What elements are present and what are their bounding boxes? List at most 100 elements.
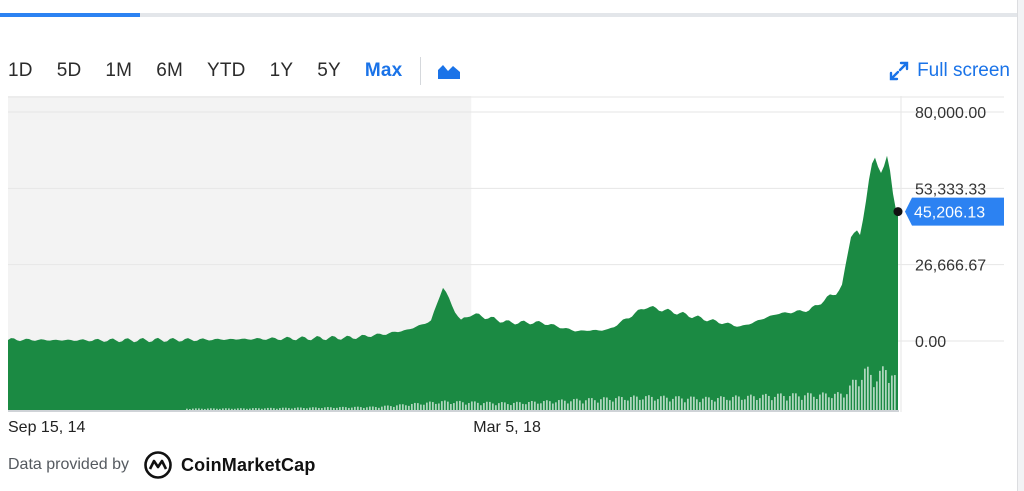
volume-bar [285, 407, 287, 410]
volume-bar [873, 387, 875, 410]
volume-bar [228, 408, 230, 410]
volume-bar [810, 393, 812, 410]
volume-bar [321, 408, 323, 410]
volume-bar [798, 396, 800, 410]
volume-bar [717, 398, 719, 410]
volume-bar [648, 395, 650, 410]
volume-bar [858, 386, 860, 410]
volume-bar [816, 399, 818, 410]
volume-bar [723, 396, 725, 410]
coinmarketcap-brand[interactable]: CoinMarketCap [181, 455, 316, 476]
volume-bar [696, 399, 698, 410]
volume-bar [732, 396, 734, 410]
volume-bar [510, 405, 512, 410]
volume-bar [435, 403, 437, 410]
volume-bar [384, 405, 386, 410]
volume-bar [297, 407, 299, 410]
volume-bar [657, 399, 659, 410]
volume-bar [891, 375, 893, 410]
volume-bar [639, 399, 641, 410]
volume-bar [420, 404, 422, 410]
volume-bar [471, 401, 473, 410]
full-screen-button[interactable]: Full screen [889, 58, 1010, 84]
volume-bar [846, 394, 848, 410]
x-tick-label: Sep 15, 14 [8, 419, 86, 436]
attribution: Data provided by CoinMarketCap [8, 449, 316, 481]
range-tab-1y[interactable]: 1Y [270, 60, 294, 82]
volume-bar [879, 370, 881, 410]
volume-bar [615, 398, 617, 410]
range-tab-6m[interactable]: 6M [156, 60, 183, 82]
volume-bar [840, 393, 842, 410]
volume-bar [381, 406, 383, 410]
volume-bar [597, 402, 599, 410]
volume-bar [414, 402, 416, 410]
volume-bar [366, 407, 368, 410]
volume-bar [372, 406, 374, 410]
volume-bar [861, 379, 863, 410]
range-tab-5y[interactable]: 5Y [317, 60, 341, 82]
mountain-chart-icon[interactable] [437, 61, 463, 81]
volume-bar [387, 405, 389, 410]
volume-bar [345, 407, 347, 410]
volume-bar [870, 374, 872, 410]
volume-bar [720, 396, 722, 410]
volume-bar [309, 407, 311, 410]
volume-bar [405, 405, 407, 410]
range-tab-5d[interactable]: 5D [57, 60, 82, 82]
volume-bar [393, 406, 395, 410]
volume-bar [282, 407, 284, 410]
range-tab-ytd[interactable]: YTD [207, 60, 246, 82]
volume-bar [450, 404, 452, 410]
volume-bar [231, 408, 233, 410]
price-chart[interactable]: 0.00 26,666.67 53,333.33 80,000.00 Sep 15, 1… [0, 96, 1016, 444]
volume-bar [504, 402, 506, 410]
scrollbar-edge[interactable] [1017, 0, 1024, 491]
volume-bar [528, 401, 530, 410]
volume-bar [552, 403, 554, 410]
x-axis-line [8, 410, 899, 412]
volume-bar [738, 396, 740, 410]
volume-bar [618, 396, 620, 410]
volume-bar [546, 400, 548, 410]
volume-bar [693, 396, 695, 410]
volume-bar [726, 399, 728, 410]
volume-bar [888, 382, 890, 410]
volume-bar [474, 401, 476, 410]
volume-bar [642, 399, 644, 410]
coinmarketcap-logo-icon[interactable] [143, 450, 173, 480]
volume-bar [225, 408, 227, 410]
volume-bar [378, 407, 380, 410]
volume-bar [186, 408, 188, 410]
y-tick-label: 80,000.00 [915, 105, 986, 122]
volume-bar [360, 407, 362, 410]
volume-bar [687, 398, 689, 410]
range-tab-1d[interactable]: 1D [8, 60, 33, 82]
volume-bar [780, 393, 782, 410]
volume-bar [588, 398, 590, 410]
volume-bar [306, 408, 308, 410]
volume-bar [276, 408, 278, 410]
range-tab-1m[interactable]: 1M [105, 60, 132, 82]
volume-bar [468, 403, 470, 410]
volume-bar [273, 408, 275, 410]
volume-bar [519, 402, 521, 410]
volume-bar [669, 401, 671, 410]
volume-bar [426, 402, 428, 410]
volume-bar [630, 396, 632, 410]
y-tick-label: 53,333.33 [915, 181, 986, 198]
volume-bar [348, 407, 350, 410]
volume-bar [210, 408, 212, 410]
volume-bar [447, 401, 449, 410]
volume-bar [423, 404, 425, 410]
volume-bar [375, 407, 377, 410]
volume-bar [501, 402, 503, 410]
volume-bar [849, 385, 851, 410]
volume-bar [258, 408, 260, 410]
volume-bar [444, 400, 446, 410]
full-screen-label: Full screen [917, 60, 1010, 81]
volume-bar [894, 375, 896, 410]
volume-bar [324, 407, 326, 410]
range-tab-max[interactable]: Max [365, 60, 403, 82]
volume-bar [624, 399, 626, 410]
